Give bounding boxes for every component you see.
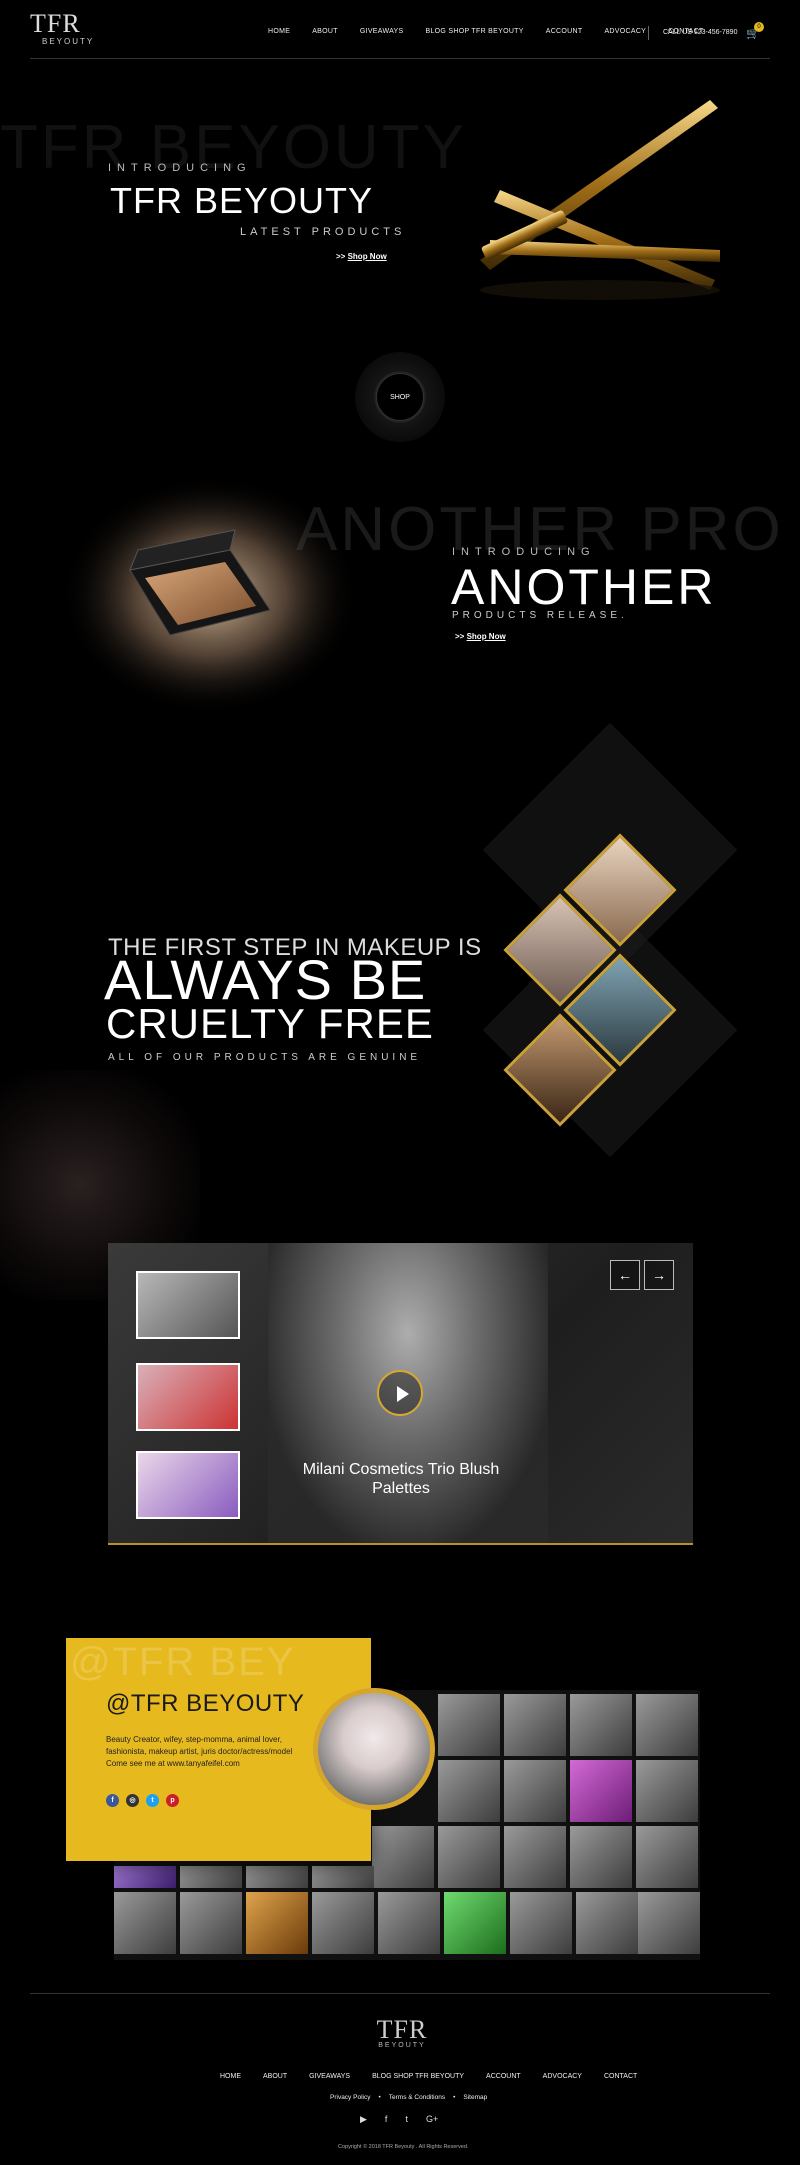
instagram-ghost-text: @TFR BEY xyxy=(70,1640,296,1684)
header-divider xyxy=(30,58,770,59)
video-thumbnail[interactable] xyxy=(136,1363,240,1431)
instagram-photo[interactable] xyxy=(570,1694,632,1756)
cruelty-line3: CRUELTY FREE xyxy=(106,1000,434,1047)
instagram-photo[interactable] xyxy=(444,1892,506,1954)
footer-social: ▶ f t G+ xyxy=(360,2114,438,2125)
instagram-photo[interactable] xyxy=(638,1892,700,1954)
twitter-icon[interactable]: t xyxy=(405,2114,408,2125)
instagram-photo[interactable] xyxy=(246,1866,308,1888)
terms-link[interactable]: Terms & Conditions xyxy=(389,2094,445,2101)
instagram-photo[interactable] xyxy=(576,1892,638,1954)
footer-nav-account[interactable]: ACCOUNT xyxy=(486,2073,521,2080)
instagram-photo[interactable] xyxy=(114,1866,176,1888)
shop-circle-button[interactable]: SHOP xyxy=(376,373,424,421)
next-arrow-button[interactable]: → xyxy=(644,1260,674,1290)
gold-lipstick-image xyxy=(480,100,720,300)
hero1-title: TFR BEYOUTY xyxy=(110,180,374,221)
instagram-photo[interactable] xyxy=(504,1760,566,1822)
hero2-subtitle: PRODUCTS RELEASE. xyxy=(452,610,628,621)
instagram-photo[interactable] xyxy=(180,1892,242,1954)
instagram-photo[interactable] xyxy=(636,1826,698,1888)
photo-diamond-collage xyxy=(460,722,740,1158)
pinterest-icon[interactable]: p xyxy=(166,1794,179,1807)
instagram-photo[interactable] xyxy=(372,1826,434,1888)
nav-home[interactable]: HOME xyxy=(268,28,290,35)
powder-compact-image xyxy=(60,475,360,715)
instagram-photo[interactable] xyxy=(504,1826,566,1888)
hero1-intro: INTRODUCING xyxy=(108,162,252,174)
nav-account[interactable]: ACCOUNT xyxy=(546,28,583,35)
link-separator: • xyxy=(453,2094,456,2101)
instagram-photo[interactable] xyxy=(312,1892,374,1954)
footer-logo[interactable]: TFR BEYOUTY xyxy=(358,2015,446,2050)
logo-subtext: BEYOUTY xyxy=(42,37,95,46)
instagram-photo[interactable] xyxy=(180,1866,242,1888)
play-icon xyxy=(397,1386,409,1402)
google-plus-icon[interactable]: G+ xyxy=(426,2114,438,2125)
instagram-icon[interactable]: ◎ xyxy=(126,1794,139,1807)
cruelty-line4: ALL OF OUR PRODUCTS ARE GENUINE xyxy=(108,1052,422,1063)
footer-divider xyxy=(30,1993,770,1994)
play-button[interactable] xyxy=(377,1370,423,1416)
hero2-title: ANOTHER xyxy=(451,559,717,615)
footer-logo-subtext: BEYOUTY xyxy=(378,2042,426,2049)
link-separator: • xyxy=(378,2094,381,2101)
cart-count-badge: 0 xyxy=(754,22,764,32)
instagram-photo[interactable] xyxy=(438,1694,500,1756)
instagram-photo[interactable] xyxy=(438,1826,500,1888)
video-thumbnail[interactable] xyxy=(136,1451,240,1519)
instagram-photo[interactable] xyxy=(570,1826,632,1888)
footer-logo-text: TFR xyxy=(376,2015,428,2044)
nav-divider xyxy=(648,26,649,40)
video-thumbnail[interactable] xyxy=(136,1271,240,1339)
instagram-photo[interactable] xyxy=(246,1892,308,1954)
footer-legal-links: Privacy Policy • Terms & Conditions • Si… xyxy=(330,2094,487,2101)
hero1-shop-now-link[interactable]: >> Shop Now xyxy=(336,252,387,261)
nav-advocacy[interactable]: ADVOCACY xyxy=(604,28,646,35)
facebook-icon[interactable]: f xyxy=(385,2114,388,2125)
footer-nav-blog-shop[interactable]: BLOG SHOP TFR BEYOUTY xyxy=(372,2073,464,2080)
footer-nav: HOME ABOUT GIVEAWAYS BLOG SHOP TFR BEYOU… xyxy=(220,2073,637,2080)
chevron-right-icon: >> xyxy=(336,252,346,261)
twitter-icon[interactable]: t xyxy=(146,1794,159,1807)
main-nav: HOME ABOUT GIVEAWAYS BLOG SHOP TFR BEYOU… xyxy=(268,28,704,35)
nav-giveaways[interactable]: GIVEAWAYS xyxy=(360,28,404,35)
instagram-photo[interactable] xyxy=(570,1760,632,1822)
shop-now-label: Shop Now xyxy=(466,632,506,641)
instagram-photo[interactable] xyxy=(378,1892,440,1954)
copyright-text: Copyright © 2018 TFR Beyouty . All Right… xyxy=(338,2144,469,2150)
footer-nav-advocacy[interactable]: ADVOCACY xyxy=(543,2073,582,2080)
footer-nav-giveaways[interactable]: GIVEAWAYS xyxy=(309,2073,350,2080)
instagram-photo[interactable] xyxy=(312,1866,374,1888)
privacy-policy-link[interactable]: Privacy Policy xyxy=(330,2094,370,2101)
instagram-handle[interactable]: @TFR BEYOUTY xyxy=(106,1690,304,1718)
video-caption: Milani Cosmetics Trio Blush Palettes xyxy=(302,1461,500,1497)
footer-nav-about[interactable]: ABOUT xyxy=(263,2073,287,2080)
footer-nav-home[interactable]: HOME xyxy=(220,2073,241,2080)
hero2-shop-now-link[interactable]: >> Shop Now xyxy=(455,632,506,641)
youtube-icon[interactable]: ▶ xyxy=(360,2114,367,2125)
footer-nav-contact[interactable]: CONTACT xyxy=(604,2073,637,2080)
facebook-icon[interactable]: f xyxy=(106,1794,119,1807)
nav-about[interactable]: ABOUT xyxy=(312,28,338,35)
logo-text: TFR xyxy=(30,9,81,38)
shop-now-label: Shop Now xyxy=(347,252,387,261)
instagram-photo[interactable] xyxy=(504,1694,566,1756)
hero1-subtitle: LATEST PRODUCTS xyxy=(240,226,406,238)
prev-arrow-button[interactable]: ← xyxy=(610,1260,640,1290)
instagram-photo[interactable] xyxy=(510,1892,572,1954)
profile-avatar[interactable] xyxy=(313,1688,435,1810)
chevron-right-icon: >> xyxy=(455,632,465,641)
instagram-photo[interactable] xyxy=(114,1892,176,1954)
call-us-text[interactable]: CALL US 123-456-7890 xyxy=(663,29,737,36)
hero2-intro: INTRODUCING xyxy=(452,546,596,558)
instagram-photo[interactable] xyxy=(636,1694,698,1756)
nav-blog-shop[interactable]: BLOG SHOP TFR BEYOUTY xyxy=(426,28,524,35)
instagram-photo[interactable] xyxy=(438,1760,500,1822)
site-logo[interactable]: TFR BEYOUTY xyxy=(30,9,110,48)
sitemap-link[interactable]: Sitemap xyxy=(463,2094,487,2101)
instagram-photo[interactable] xyxy=(636,1760,698,1822)
instagram-bio: Beauty Creator, wifey, step-momma, anima… xyxy=(106,1735,293,1768)
